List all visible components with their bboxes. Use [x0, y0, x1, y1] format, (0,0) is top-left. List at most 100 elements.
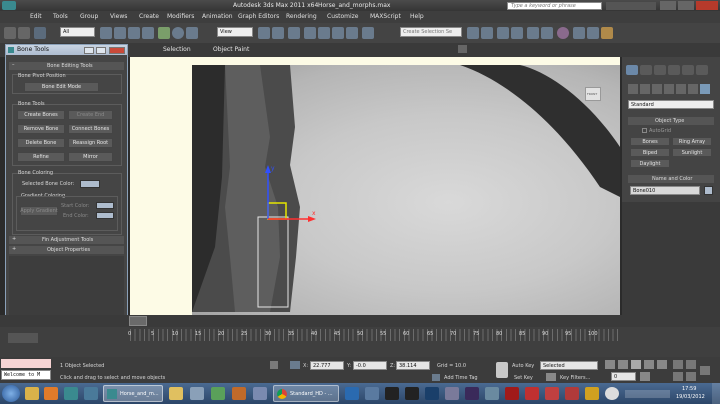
create-bones-button[interactable]: Create Bones: [17, 110, 65, 120]
orbit-icon[interactable]: [686, 372, 696, 381]
window-crossing-icon[interactable]: [142, 27, 154, 39]
menu-tools[interactable]: Tools: [53, 13, 68, 20]
start-button[interactable]: [2, 385, 20, 402]
menu-customize[interactable]: Customize: [327, 13, 359, 20]
modify-tab-icon[interactable]: [640, 65, 652, 75]
delete-bone-button[interactable]: Delete Bone: [17, 138, 65, 148]
bone-editing-header[interactable]: – Bone Editing Tools: [9, 62, 124, 70]
maximize-viewport-icon[interactable]: [700, 366, 710, 375]
remove-bone-button[interactable]: Remove Bone: [17, 124, 65, 134]
maxscript-listener[interactable]: [1, 359, 51, 368]
render-setup-icon[interactable]: [573, 27, 585, 39]
time-slider-track[interactable]: [0, 315, 720, 327]
snap-icon[interactable]: [304, 27, 316, 39]
sunlight-button[interactable]: Sunlight: [672, 148, 712, 157]
taskbar-chrome-button[interactable]: Standard_HD - ...: [273, 385, 339, 402]
zoom-icon[interactable]: [673, 360, 683, 369]
spacewarps-icon[interactable]: [688, 84, 698, 94]
menu-maxscript[interactable]: MAXScript: [370, 13, 401, 20]
rendered-frame-icon[interactable]: [587, 27, 599, 39]
taskbar-app5-icon[interactable]: [525, 387, 539, 400]
start-color-swatch[interactable]: [96, 202, 114, 209]
mirror-icon[interactable]: [467, 27, 479, 39]
menu-modifiers[interactable]: Modifiers: [167, 13, 194, 20]
add-time-tag-icon[interactable]: [432, 374, 440, 381]
x-coord-field[interactable]: 22.777: [310, 361, 344, 370]
biped-button[interactable]: Biped: [630, 148, 670, 157]
selected-color-swatch[interactable]: [80, 180, 100, 188]
app-logo-icon[interactable]: [2, 1, 16, 10]
menu-group[interactable]: Group: [80, 13, 98, 20]
curve-editor-icon[interactable]: [527, 27, 539, 39]
shapes-icon[interactable]: [640, 84, 650, 94]
reassign-root-button[interactable]: Reassign Root: [68, 138, 113, 148]
display-tab-icon[interactable]: [682, 65, 694, 75]
undo-icon[interactable]: [4, 27, 16, 39]
play-icon[interactable]: [631, 360, 641, 369]
close-button[interactable]: [696, 1, 718, 10]
align-icon[interactable]: [481, 27, 493, 39]
graphite-icon[interactable]: [511, 27, 523, 39]
timeline[interactable]: 0 5 10 15 20 25 30 35 40 45 50 55 60 65 …: [0, 327, 720, 357]
app-pinned-icon[interactable]: [84, 387, 98, 400]
show-desktop-button[interactable]: [712, 383, 720, 404]
key-filters-label[interactable]: Key Filters...: [560, 375, 590, 381]
render-production-icon[interactable]: [601, 27, 613, 39]
taskbar-network-icon[interactable]: [211, 387, 225, 400]
prev-frame-icon[interactable]: [618, 360, 628, 369]
taskbar-app4-icon[interactable]: [485, 387, 499, 400]
taskbar-monitor-icon[interactable]: [190, 387, 204, 400]
cameras-icon[interactable]: [664, 84, 674, 94]
select-region-icon[interactable]: [128, 27, 140, 39]
viewport[interactable]: x y FRONT: [130, 57, 620, 315]
select-manipulate-icon[interactable]: [272, 27, 284, 39]
taskbar-max-button[interactable]: Horse_and_m...: [103, 385, 163, 402]
absolute-mode-icon[interactable]: [290, 361, 300, 369]
y-coord-field[interactable]: -0.0: [353, 361, 387, 370]
taskbar-app3-icon[interactable]: [445, 387, 459, 400]
set-key-label[interactable]: Set Key: [514, 375, 533, 381]
fin-tools-rollout[interactable]: + Fin Adjustment Tools: [9, 236, 124, 244]
after-effects-icon[interactable]: [465, 387, 479, 400]
taskbar-window-icon[interactable]: [253, 387, 267, 400]
ribbon-toggle-icon[interactable]: [458, 45, 467, 53]
taskbar-panda-icon[interactable]: [605, 387, 619, 400]
end-color-swatch[interactable]: [96, 212, 114, 219]
maximize-button[interactable]: [678, 1, 694, 10]
create-end-button[interactable]: Create End: [68, 110, 113, 120]
viewcube[interactable]: FRONT: [585, 87, 601, 101]
menu-create[interactable]: Create: [139, 13, 159, 20]
time-config-icon[interactable]: [640, 372, 650, 381]
key-filters-icon[interactable]: [546, 373, 556, 381]
scale-icon[interactable]: [186, 27, 198, 39]
connect-bones-button[interactable]: Connect Bones: [68, 124, 113, 134]
zoom-all-icon[interactable]: [686, 360, 696, 369]
name-color-header[interactable]: Name and Color: [628, 175, 714, 183]
motion-tab-icon[interactable]: [668, 65, 680, 75]
daylight-button[interactable]: Daylight: [630, 159, 670, 168]
menu-help[interactable]: Help: [410, 13, 424, 20]
bone-tools-close[interactable]: [109, 47, 125, 54]
minimize-button[interactable]: [660, 1, 676, 10]
menu-rendering[interactable]: Rendering: [286, 13, 317, 20]
auto-key-dropdown[interactable]: Selected: [540, 361, 598, 370]
add-time-tag-label[interactable]: Add Time Tag: [444, 375, 478, 381]
go-to-start-icon[interactable]: [605, 360, 615, 369]
lock-selection-icon[interactable]: [270, 361, 278, 369]
percent-snap-icon[interactable]: [332, 27, 344, 39]
named-selection-dropdown[interactable]: Create Selection Se: [400, 27, 462, 37]
object-color-swatch[interactable]: [704, 186, 713, 195]
menu-edit[interactable]: Edit: [30, 13, 42, 20]
ribbon-selection-tab[interactable]: Selection: [163, 46, 191, 53]
object-type-header[interactable]: Object Type: [628, 117, 714, 125]
menu-views[interactable]: Views: [110, 13, 127, 20]
photoshop-icon[interactable]: [425, 387, 439, 400]
bone-tools-minimize[interactable]: [84, 47, 94, 54]
next-frame-icon[interactable]: [644, 360, 654, 369]
go-to-end-icon[interactable]: [657, 360, 667, 369]
taskbar-app7-icon[interactable]: [565, 387, 579, 400]
media-player-icon[interactable]: [44, 387, 58, 400]
menu-animation[interactable]: Animation: [202, 13, 233, 20]
object-name-field[interactable]: Bone010: [630, 186, 700, 195]
maxscript-mini[interactable]: Welcome to M: [1, 370, 51, 380]
